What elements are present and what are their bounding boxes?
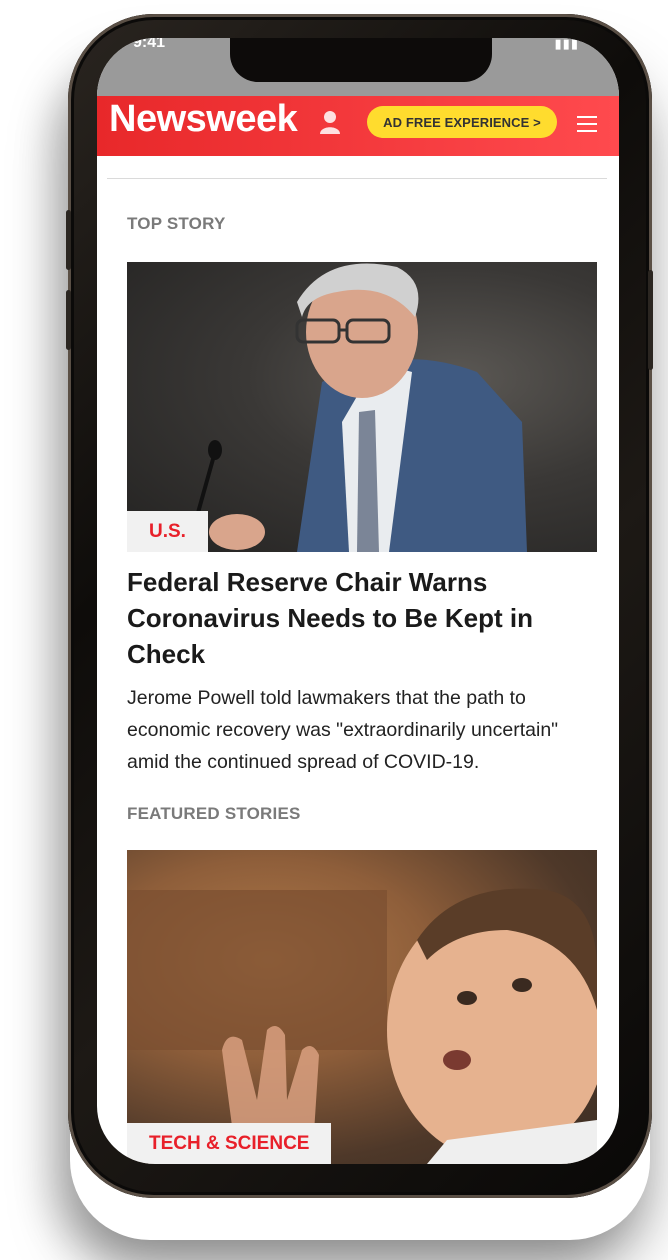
hamburger-menu-icon[interactable] — [577, 116, 597, 132]
top-story-headline[interactable]: Federal Reserve Chair Warns Coronavirus … — [127, 564, 597, 672]
user-icon[interactable] — [319, 110, 341, 134]
category-tag-us[interactable]: U.S. — [127, 511, 208, 552]
phone-side-button — [66, 290, 71, 350]
featured-stories-label: FEATURED STORIES — [127, 804, 301, 823]
phone-side-button — [66, 210, 71, 270]
phone-power-button — [648, 270, 653, 370]
featured-story-image[interactable]: TECH & SCIENCE — [127, 850, 597, 1164]
ad-free-experience-button[interactable]: AD FREE EXPERIENCE > — [367, 106, 557, 138]
newsweek-logo[interactable]: Newsweek — [109, 98, 298, 141]
category-tag-tech-science[interactable]: TECH & SCIENCE — [127, 1123, 332, 1164]
phone-screen: 9:41 ▮▮▮ Newsweek AD FREE EXPERIENCE > T… — [97, 38, 619, 1164]
featured-photo-illustration — [127, 888, 597, 1164]
top-story-label: TOP STORY — [127, 214, 226, 233]
divider — [107, 178, 607, 179]
site-header: Newsweek AD FREE EXPERIENCE > — [97, 96, 619, 156]
top-story-image[interactable]: U.S. — [127, 262, 597, 552]
phone-notch — [230, 38, 492, 82]
status-icons: ▮▮▮ — [554, 38, 579, 51]
status-time: 9:41 — [133, 38, 166, 51]
top-story-photo-illustration — [185, 263, 527, 552]
top-story-summary: Jerome Powell told lawmakers that the pa… — [127, 687, 559, 773]
